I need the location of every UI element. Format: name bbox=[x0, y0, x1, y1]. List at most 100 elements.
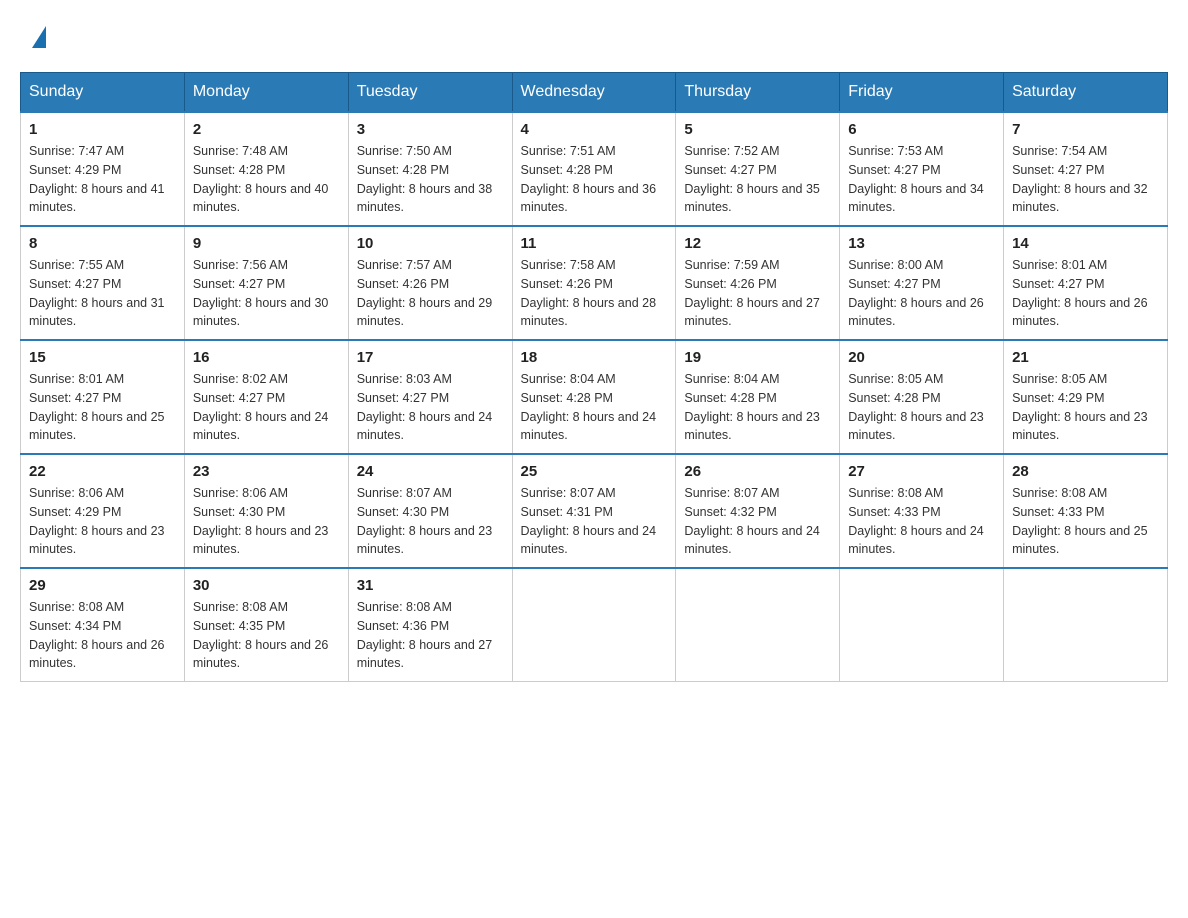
calendar-cell: 31 Sunrise: 8:08 AMSunset: 4:36 PMDayligh… bbox=[348, 568, 512, 682]
calendar-table: SundayMondayTuesdayWednesdayThursdayFrid… bbox=[20, 72, 1168, 682]
day-info: Sunrise: 8:08 AMSunset: 4:33 PMDaylight:… bbox=[848, 484, 995, 559]
day-info: Sunrise: 8:08 AMSunset: 4:36 PMDaylight:… bbox=[357, 598, 504, 673]
day-number: 8 bbox=[29, 235, 176, 252]
calendar-cell: 9Sunrise: 7:56 AMSunset: 4:27 PMDaylight… bbox=[184, 226, 348, 340]
calendar-cell: 20 Sunrise: 8:05 AMSunset: 4:28 PMDayligh… bbox=[840, 340, 1004, 454]
day-number: 12 bbox=[684, 235, 831, 252]
calendar-week-row: 1 Sunrise: 7:47 AMSunset: 4:29 PMDaylight… bbox=[21, 112, 1168, 226]
day-number: 16 bbox=[193, 349, 340, 366]
calendar-week-row: 15Sunrise: 8:01 AMSunset: 4:27 PMDayligh… bbox=[21, 340, 1168, 454]
calendar-cell: 1 Sunrise: 7:47 AMSunset: 4:29 PMDaylight… bbox=[21, 112, 185, 226]
day-number: 4 bbox=[521, 121, 668, 138]
day-info: Sunrise: 8:02 AMSunset: 4:27 PMDaylight:… bbox=[193, 370, 340, 445]
day-number: 28 bbox=[1012, 463, 1159, 480]
day-info: Sunrise: 7:57 AMSunset: 4:26 PMDaylight:… bbox=[357, 256, 504, 331]
calendar-cell: 5 Sunrise: 7:52 AMSunset: 4:27 PMDaylight… bbox=[676, 112, 840, 226]
calendar-cell: 12 Sunrise: 7:59 AMSunset: 4:26 PMDayligh… bbox=[676, 226, 840, 340]
day-number: 1 bbox=[29, 121, 176, 138]
calendar-cell: 3Sunrise: 7:50 AMSunset: 4:28 PMDaylight… bbox=[348, 112, 512, 226]
weekday-header-wednesday: Wednesday bbox=[512, 73, 676, 113]
calendar-cell: 15Sunrise: 8:01 AMSunset: 4:27 PMDayligh… bbox=[21, 340, 185, 454]
page-header bbox=[20, 20, 1168, 52]
day-number: 24 bbox=[357, 463, 504, 480]
day-number: 11 bbox=[521, 235, 668, 252]
calendar-cell: 10 Sunrise: 7:57 AMSunset: 4:26 PMDayligh… bbox=[348, 226, 512, 340]
day-info: Sunrise: 7:51 AMSunset: 4:28 PMDaylight:… bbox=[521, 142, 668, 217]
day-number: 26 bbox=[684, 463, 831, 480]
day-number: 17 bbox=[357, 349, 504, 366]
calendar-cell: 7Sunrise: 7:54 AMSunset: 4:27 PMDaylight… bbox=[1004, 112, 1168, 226]
day-info: Sunrise: 7:55 AMSunset: 4:27 PMDaylight:… bbox=[29, 256, 176, 331]
weekday-header-monday: Monday bbox=[184, 73, 348, 113]
day-number: 22 bbox=[29, 463, 176, 480]
day-info: Sunrise: 7:53 AMSunset: 4:27 PMDaylight:… bbox=[848, 142, 995, 217]
calendar-cell: 2 Sunrise: 7:48 AMSunset: 4:28 PMDaylight… bbox=[184, 112, 348, 226]
day-number: 20 bbox=[848, 349, 995, 366]
day-number: 7 bbox=[1012, 121, 1159, 138]
day-number: 21 bbox=[1012, 349, 1159, 366]
day-number: 30 bbox=[193, 577, 340, 594]
day-info: Sunrise: 7:59 AMSunset: 4:26 PMDaylight:… bbox=[684, 256, 831, 331]
calendar-cell: 6 Sunrise: 7:53 AMSunset: 4:27 PMDaylight… bbox=[840, 112, 1004, 226]
day-number: 18 bbox=[521, 349, 668, 366]
day-info: Sunrise: 7:47 AMSunset: 4:29 PMDaylight:… bbox=[29, 142, 176, 217]
day-number: 13 bbox=[848, 235, 995, 252]
day-number: 14 bbox=[1012, 235, 1159, 252]
calendar-cell: 28Sunrise: 8:08 AMSunset: 4:33 PMDayligh… bbox=[1004, 454, 1168, 568]
calendar-week-row: 22 Sunrise: 8:06 AMSunset: 4:29 PMDayligh… bbox=[21, 454, 1168, 568]
calendar-cell: 16 Sunrise: 8:02 AMSunset: 4:27 PMDayligh… bbox=[184, 340, 348, 454]
day-info: Sunrise: 8:01 AMSunset: 4:27 PMDaylight:… bbox=[29, 370, 176, 445]
day-info: Sunrise: 8:04 AMSunset: 4:28 PMDaylight:… bbox=[684, 370, 831, 445]
day-info: Sunrise: 8:08 AMSunset: 4:34 PMDaylight:… bbox=[29, 598, 176, 673]
weekday-header-row: SundayMondayTuesdayWednesdayThursdayFrid… bbox=[21, 73, 1168, 113]
calendar-cell: 11 Sunrise: 7:58 AMSunset: 4:26 PMDayligh… bbox=[512, 226, 676, 340]
calendar-cell: 22 Sunrise: 8:06 AMSunset: 4:29 PMDayligh… bbox=[21, 454, 185, 568]
weekday-header-friday: Friday bbox=[840, 73, 1004, 113]
weekday-header-tuesday: Tuesday bbox=[348, 73, 512, 113]
calendar-cell: 29 Sunrise: 8:08 AMSunset: 4:34 PMDayligh… bbox=[21, 568, 185, 682]
day-number: 6 bbox=[848, 121, 995, 138]
day-info: Sunrise: 8:05 AMSunset: 4:29 PMDaylight:… bbox=[1012, 370, 1159, 445]
day-info: Sunrise: 8:05 AMSunset: 4:28 PMDaylight:… bbox=[848, 370, 995, 445]
weekday-header-saturday: Saturday bbox=[1004, 73, 1168, 113]
day-info: Sunrise: 8:00 AMSunset: 4:27 PMDaylight:… bbox=[848, 256, 995, 331]
calendar-cell bbox=[840, 568, 1004, 682]
day-number: 23 bbox=[193, 463, 340, 480]
day-number: 31 bbox=[357, 577, 504, 594]
calendar-cell: 13 Sunrise: 8:00 AMSunset: 4:27 PMDayligh… bbox=[840, 226, 1004, 340]
logo bbox=[30, 30, 46, 42]
day-number: 19 bbox=[684, 349, 831, 366]
calendar-cell: 14Sunrise: 8:01 AMSunset: 4:27 PMDayligh… bbox=[1004, 226, 1168, 340]
calendar-cell: 21 Sunrise: 8:05 AMSunset: 4:29 PMDayligh… bbox=[1004, 340, 1168, 454]
logo-triangle-icon bbox=[32, 26, 46, 48]
day-number: 2 bbox=[193, 121, 340, 138]
calendar-cell: 4 Sunrise: 7:51 AMSunset: 4:28 PMDaylight… bbox=[512, 112, 676, 226]
calendar-cell: 18 Sunrise: 8:04 AMSunset: 4:28 PMDayligh… bbox=[512, 340, 676, 454]
day-info: Sunrise: 8:07 AMSunset: 4:30 PMDaylight:… bbox=[357, 484, 504, 559]
calendar-cell: 24 Sunrise: 8:07 AMSunset: 4:30 PMDayligh… bbox=[348, 454, 512, 568]
logo-text bbox=[30, 30, 46, 48]
day-number: 25 bbox=[521, 463, 668, 480]
calendar-cell: 30Sunrise: 8:08 AMSunset: 4:35 PMDayligh… bbox=[184, 568, 348, 682]
calendar-week-row: 8 Sunrise: 7:55 AMSunset: 4:27 PMDaylight… bbox=[21, 226, 1168, 340]
day-info: Sunrise: 7:50 AMSunset: 4:28 PMDaylight:… bbox=[357, 142, 504, 217]
day-info: Sunrise: 7:56 AMSunset: 4:27 PMDaylight:… bbox=[193, 256, 340, 331]
day-number: 29 bbox=[29, 577, 176, 594]
calendar-cell: 23Sunrise: 8:06 AMSunset: 4:30 PMDayligh… bbox=[184, 454, 348, 568]
day-number: 5 bbox=[684, 121, 831, 138]
day-number: 27 bbox=[848, 463, 995, 480]
day-info: Sunrise: 8:06 AMSunset: 4:29 PMDaylight:… bbox=[29, 484, 176, 559]
calendar-cell: 17 Sunrise: 8:03 AMSunset: 4:27 PMDayligh… bbox=[348, 340, 512, 454]
calendar-cell: 19 Sunrise: 8:04 AMSunset: 4:28 PMDayligh… bbox=[676, 340, 840, 454]
calendar-cell: 25Sunrise: 8:07 AMSunset: 4:31 PMDayligh… bbox=[512, 454, 676, 568]
day-info: Sunrise: 7:52 AMSunset: 4:27 PMDaylight:… bbox=[684, 142, 831, 217]
day-info: Sunrise: 7:58 AMSunset: 4:26 PMDaylight:… bbox=[521, 256, 668, 331]
calendar-cell bbox=[1004, 568, 1168, 682]
day-info: Sunrise: 7:48 AMSunset: 4:28 PMDaylight:… bbox=[193, 142, 340, 217]
day-number: 10 bbox=[357, 235, 504, 252]
calendar-cell: 27 Sunrise: 8:08 AMSunset: 4:33 PMDayligh… bbox=[840, 454, 1004, 568]
calendar-week-row: 29 Sunrise: 8:08 AMSunset: 4:34 PMDayligh… bbox=[21, 568, 1168, 682]
day-info: Sunrise: 8:03 AMSunset: 4:27 PMDaylight:… bbox=[357, 370, 504, 445]
calendar-cell bbox=[512, 568, 676, 682]
day-info: Sunrise: 8:04 AMSunset: 4:28 PMDaylight:… bbox=[521, 370, 668, 445]
